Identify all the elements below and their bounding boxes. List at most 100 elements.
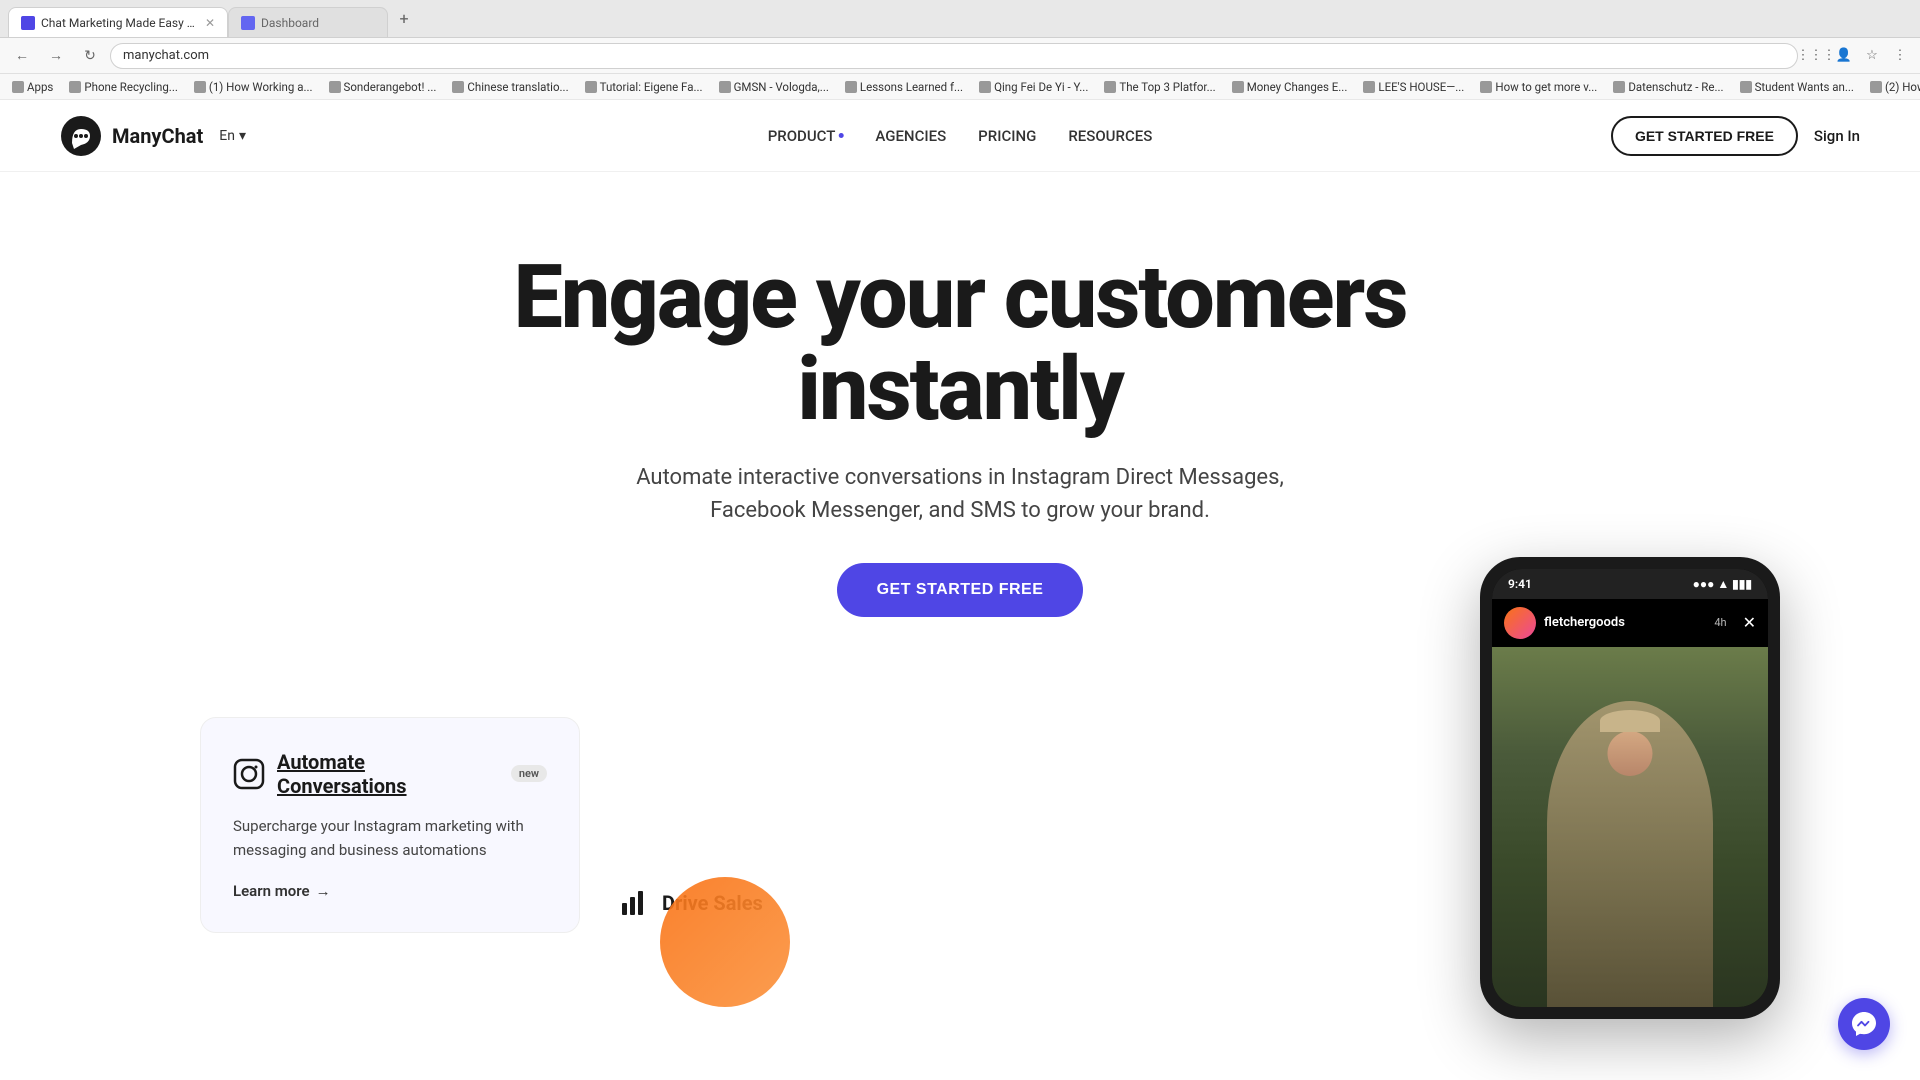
phone-username: fletchergoods	[1544, 615, 1706, 630]
nav-item-agencies[interactable]: AGENCIES	[875, 127, 946, 145]
bookmark-label: LEE'S HOUSE—...	[1378, 80, 1464, 94]
bookmark-label: Lessons Learned f...	[860, 80, 963, 94]
learn-more-arrow-icon: →	[316, 882, 331, 900]
phone-screen: 9:41 ●●● ▲ ▮▮▮ fletchergoods 4h ✕	[1492, 569, 1768, 1007]
nav-sign-in-button[interactable]: Sign In	[1814, 127, 1860, 145]
bookmark-6[interactable]: GMSN - Vologda,...	[715, 77, 833, 97]
refresh-button[interactable]: ↻	[76, 42, 104, 70]
hero-get-started-button[interactable]: GET STARTED FREE	[837, 563, 1084, 617]
tab-title-dashboard: Dashboard	[261, 16, 375, 30]
feature-description-automate: Supercharge your Instagram marketing wit…	[233, 814, 547, 862]
tab-favicon-dashboard	[241, 16, 255, 30]
bookmark-favicon-9	[1104, 81, 1116, 93]
back-button[interactable]: ←	[8, 42, 36, 70]
phone-story-content	[1492, 647, 1768, 1007]
toolbar-icons: ⋮⋮⋮ 👤 ☆ ⋮	[1804, 44, 1912, 68]
phone-connectivity: ●●● ▲ ▮▮▮	[1693, 577, 1752, 591]
browser-toolbar: ← → ↻ manychat.com ⋮⋮⋮ 👤 ☆ ⋮	[0, 38, 1920, 74]
hero-title: Engage your customers instantly	[40, 252, 1880, 437]
phone-close-icon[interactable]: ✕	[1743, 613, 1756, 632]
bookmark-12[interactable]: How to get more v...	[1476, 77, 1601, 97]
phone-time-ago: 4h	[1714, 616, 1726, 629]
logo-text: ManyChat	[112, 124, 203, 148]
bookmark-favicon-5	[585, 81, 597, 93]
bookmark-favicon-11	[1363, 81, 1375, 93]
nav-item-resources[interactable]: RESOURCES	[1068, 127, 1152, 145]
forward-button[interactable]: →	[42, 42, 70, 70]
bookmark-label: Qing Fei De Yi - Y...	[994, 80, 1088, 94]
bookmark-favicon-8	[979, 81, 991, 93]
bookmark-favicon-2	[194, 81, 206, 93]
tab-favicon-manychat	[21, 16, 35, 30]
bookmark-10[interactable]: Money Changes E...	[1228, 77, 1352, 97]
more-options-icon[interactable]: ⋮	[1888, 44, 1912, 68]
messenger-icon	[1850, 1010, 1878, 1038]
lang-text: En	[219, 128, 235, 144]
bookmark-favicon-15	[1870, 81, 1882, 93]
nav-item-agencies-label: AGENCIES	[875, 127, 946, 145]
bookmark-11[interactable]: LEE'S HOUSE—...	[1359, 77, 1468, 97]
bookmark-favicon-1	[69, 81, 81, 93]
bookmark-label: GMSN - Vologda,...	[734, 80, 829, 94]
lang-chevron-icon: ▾	[239, 128, 246, 144]
phone-mockup-section: 9:41 ●●● ▲ ▮▮▮ fletchergoods 4h ✕	[1480, 557, 1780, 1019]
bookmark-label: Datenschutz - Re...	[1628, 80, 1723, 94]
bookmark-label: How to get more v...	[1495, 80, 1597, 94]
hero-subtitle: Automate interactive conversations in In…	[610, 461, 1310, 527]
bookmark-favicon-10	[1232, 81, 1244, 93]
manychat-logo-icon	[60, 115, 102, 157]
nav-menu: PRODUCT AGENCIES PRICING RESOURCES	[768, 127, 1153, 145]
nav-item-resources-label: RESOURCES	[1068, 127, 1152, 145]
bookmark-icon[interactable]: ☆	[1860, 44, 1884, 68]
address-bar[interactable]: manychat.com	[110, 43, 1798, 69]
bookmark-7[interactable]: Lessons Learned f...	[841, 77, 967, 97]
feature-card-header: Automate Conversations new	[233, 750, 547, 798]
tab-title-manychat: Chat Marketing Made Easy w...	[41, 16, 195, 30]
browser-tabs: Chat Marketing Made Easy w... ✕ Dashboar…	[8, 0, 416, 37]
bookmark-favicon-6	[719, 81, 731, 93]
profile-icon[interactable]: 👤	[1832, 44, 1856, 68]
bookmark-14[interactable]: Student Wants an...	[1736, 77, 1858, 97]
bookmark-3[interactable]: Sonderangebot! ...	[325, 77, 441, 97]
bookmark-15[interactable]: (2) How To Add ...	[1866, 77, 1920, 97]
browser-tab-dashboard[interactable]: Dashboard	[228, 7, 388, 37]
phone-avatar	[1504, 607, 1536, 639]
bookmark-label: Money Changes E...	[1247, 80, 1348, 94]
browser-titlebar: Chat Marketing Made Easy w... ✕ Dashboar…	[0, 0, 1920, 38]
nav-item-product[interactable]: PRODUCT	[768, 127, 844, 145]
bookmark-favicon-12	[1480, 81, 1492, 93]
main-nav: ManyChat En ▾ PRODUCT AGENCIES PRICING R…	[0, 100, 1920, 172]
nav-item-pricing[interactable]: PRICING	[978, 127, 1036, 145]
nav-get-started-button[interactable]: GET STARTED FREE	[1611, 116, 1798, 156]
feature-learn-more-link[interactable]: Learn more →	[233, 882, 547, 900]
bookmark-1[interactable]: Phone Recycling...	[65, 77, 182, 97]
instagram-icon	[233, 758, 265, 790]
nav-item-pricing-label: PRICING	[978, 127, 1036, 145]
bookmark-label: (1) How Working a...	[209, 80, 313, 94]
bookmark-favicon-3	[329, 81, 341, 93]
person-silhouette	[1547, 701, 1713, 1007]
bookmarks-bar: Apps Phone Recycling... (1) How Working …	[0, 74, 1920, 100]
bookmark-label: Apps	[27, 80, 53, 94]
new-tab-button[interactable]: +	[392, 7, 416, 31]
extensions-icon[interactable]: ⋮⋮⋮	[1804, 44, 1828, 68]
logo-area[interactable]: ManyChat	[60, 115, 203, 157]
browser-tab-active[interactable]: Chat Marketing Made Easy w... ✕	[8, 7, 228, 37]
automate-conversations-card: Automate Conversations new Supercharge y…	[200, 717, 580, 933]
bookmark-8[interactable]: Qing Fei De Yi - Y...	[975, 77, 1092, 97]
bookmark-favicon-13	[1613, 81, 1625, 93]
bookmark-label: Sonderangebot! ...	[344, 80, 437, 94]
bookmark-favicon-4	[452, 81, 464, 93]
bookmark-9[interactable]: The Top 3 Platfor...	[1100, 77, 1219, 97]
phone-story-header: fletchergoods 4h ✕	[1492, 599, 1768, 647]
product-dot-indicator	[838, 133, 843, 138]
bookmark-13[interactable]: Datenschutz - Re...	[1609, 77, 1727, 97]
bookmark-label: (2) How To Add ...	[1885, 80, 1920, 94]
bookmark-apps[interactable]: Apps	[8, 77, 57, 97]
bookmark-5[interactable]: Tutorial: Eigene Fa...	[581, 77, 707, 97]
tab-close-manychat[interactable]: ✕	[205, 16, 215, 30]
bookmark-4[interactable]: Chinese translatio...	[448, 77, 572, 97]
language-selector[interactable]: En ▾	[219, 128, 246, 144]
chat-fab-button[interactable]	[1838, 998, 1890, 1050]
bookmark-2[interactable]: (1) How Working a...	[190, 77, 317, 97]
